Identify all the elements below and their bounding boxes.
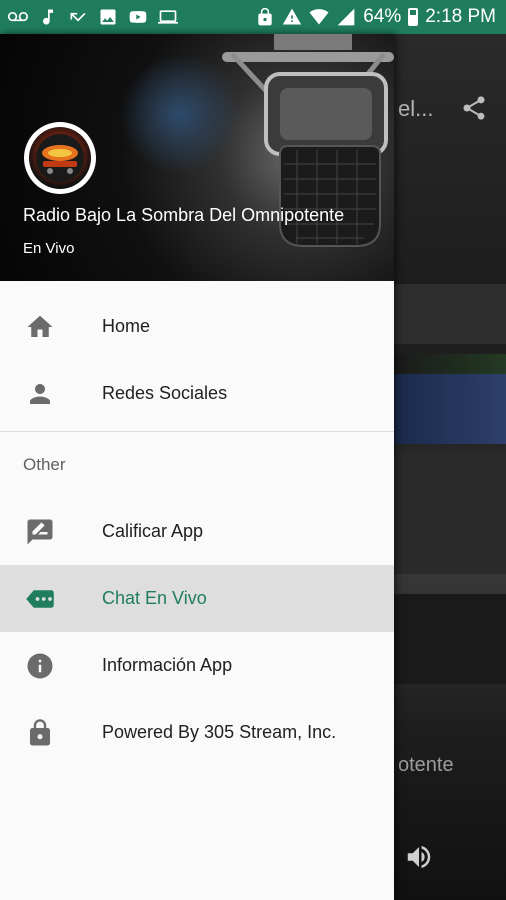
music-note-icon (38, 7, 58, 27)
menu-item-label: Redes Sociales (102, 383, 228, 403)
lock-icon (24, 717, 56, 749)
menu-item-powered-by[interactable]: Powered By 305 Stream, Inc. (0, 699, 394, 766)
background-station-subtitle: otente (398, 754, 454, 776)
share-icon[interactable] (460, 94, 488, 122)
station-subtitle: En Vivo (23, 240, 75, 257)
menu-item-label: Home (102, 316, 151, 336)
menu-item-redes-sociales[interactable]: Redes Sociales (0, 360, 394, 427)
menu-item-label: Información App (102, 655, 233, 675)
menu-item-calificar-app[interactable]: Calificar App (0, 498, 394, 565)
signal-icon (336, 7, 356, 27)
alert-icon (282, 7, 302, 27)
navigation-drawer: Radio Bajo La Sombra Del Omnipotente En … (0, 34, 394, 900)
logo-emblem-icon (36, 134, 84, 182)
menu-item-label: Calificar App (102, 521, 204, 541)
station-name: Radio Bajo La Sombra Del Omnipotente (23, 205, 345, 225)
drawer-header: Radio Bajo La Sombra Del Omnipotente En … (0, 34, 394, 281)
home-icon (24, 311, 56, 343)
lock-icon (255, 7, 275, 27)
microphone-image (222, 34, 394, 247)
menu-item-home[interactable]: Home (0, 293, 394, 360)
clock: 2:18 PM (425, 6, 496, 27)
volume-icon[interactable] (404, 842, 434, 872)
menu-item-chat-en-vivo[interactable]: Chat En Vivo (0, 565, 394, 632)
missed-call-icon (68, 7, 88, 27)
cast-icon (158, 7, 178, 27)
info-icon (24, 650, 56, 682)
battery-icon (408, 8, 419, 26)
menu-item-informacion-app[interactable]: Información App (0, 632, 394, 699)
chat-icon (24, 583, 56, 615)
image-icon (98, 7, 118, 27)
menu-item-label: Chat En Vivo (102, 588, 207, 608)
youtube-icon (128, 7, 148, 27)
section-header-other: Other (23, 455, 66, 474)
voicemail-icon (8, 7, 28, 27)
person-icon (24, 378, 56, 410)
menu-item-label: Powered By 305 Stream, Inc. (102, 722, 337, 742)
background-app-title: el... (398, 96, 434, 121)
rate-review-icon (24, 516, 56, 548)
wifi-icon (309, 7, 329, 27)
station-logo (24, 122, 96, 194)
battery-text: 64% (363, 6, 402, 27)
status-bar: 64% 2:18 PM (0, 0, 506, 34)
